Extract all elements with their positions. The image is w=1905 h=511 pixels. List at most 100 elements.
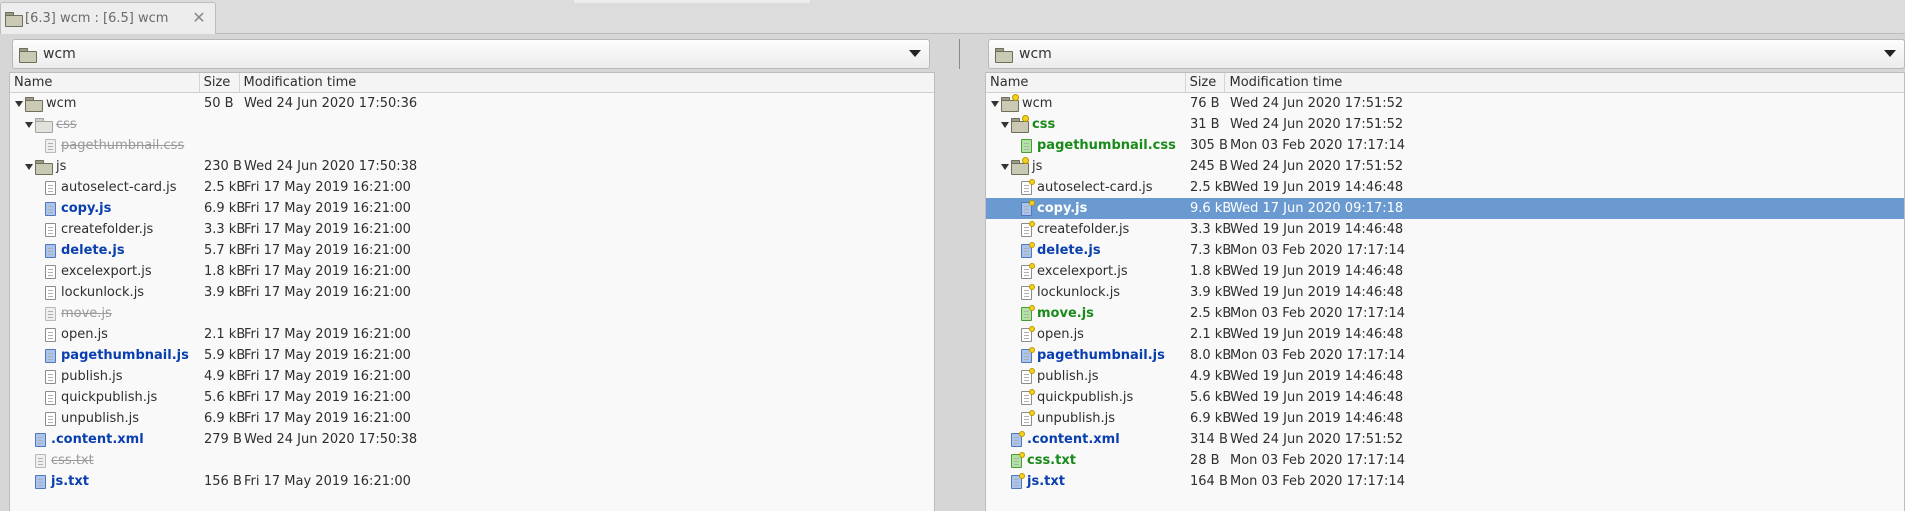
left-file-list[interactable]: Name Size Modification time wcm 50 B Wed 2… xyxy=(9,72,935,511)
table-row[interactable]: publish.js 4.9 kB Fri 17 May 2019 16:21:00 xyxy=(10,366,934,387)
table-row[interactable]: move.js xyxy=(10,303,934,324)
table-row[interactable]: pagethumbnail.css 305 B Mon 03 Feb 2020 17… xyxy=(986,135,1904,156)
table-row[interactable]: lockunlock.js 3.9 kB Fri 17 May 2019 16:21… xyxy=(10,282,934,303)
panel-splitter[interactable] xyxy=(935,35,985,511)
name-cell: autoselect-card.js xyxy=(986,177,1186,198)
right-file-list[interactable]: Name Size Modification time wcm 76 B Wed 2… xyxy=(985,72,1905,511)
table-row[interactable]: excelexport.js 1.8 kB Wed 19 Jun 2019 14:4… xyxy=(986,261,1904,282)
table-row[interactable]: js 230 B Wed 24 Jun 2020 17:50:38 xyxy=(10,156,934,177)
table-row[interactable]: open.js 2.1 kB Wed 19 Jun 2019 14:46:48 xyxy=(986,324,1904,345)
expander-arrow-icon[interactable] xyxy=(989,98,1001,110)
column-header-mtime[interactable]: Modification time xyxy=(1225,73,1904,92)
table-row[interactable]: unpublish.js 6.9 kB Fri 17 May 2019 16:21:… xyxy=(10,408,934,429)
table-row[interactable]: copy.js 9.6 kB Wed 17 Jun 2020 09:17:18 xyxy=(986,198,1904,219)
folder-icon xyxy=(1011,157,1029,175)
table-row[interactable]: wcm 76 B Wed 24 Jun 2020 17:51:52 xyxy=(986,93,1904,114)
table-row[interactable]: quickpublish.js 5.6 kB Wed 19 Jun 2019 14:… xyxy=(986,387,1904,408)
file-mtime: Wed 24 Jun 2020 17:50:36 xyxy=(244,96,418,111)
expander-arrow-icon[interactable] xyxy=(23,119,35,131)
table-row[interactable]: excelexport.js 1.8 kB Fri 17 May 2019 16:2… xyxy=(10,261,934,282)
table-row[interactable]: .content.xml 314 B Wed 24 Jun 2020 17:51:5… xyxy=(986,429,1904,450)
file-icon xyxy=(35,432,46,447)
table-row[interactable]: quickpublish.js 5.6 kB Fri 17 May 2019 16:… xyxy=(10,387,934,408)
column-header-name[interactable]: Name xyxy=(986,73,1186,92)
file-icon xyxy=(1021,199,1035,216)
table-row[interactable]: autoselect-card.js 2.5 kB Wed 19 Jun 2019 … xyxy=(986,177,1904,198)
splitter-grip[interactable] xyxy=(959,39,960,69)
table-row[interactable]: js 245 B Wed 24 Jun 2020 17:51:52 xyxy=(986,156,1904,177)
file-icon xyxy=(1011,430,1025,447)
table-row[interactable]: .content.xml 279 B Wed 24 Jun 2020 17:50:3… xyxy=(10,429,934,450)
table-row[interactable]: move.js 2.5 kB Mon 03 Feb 2020 17:17:14 xyxy=(986,303,1904,324)
column-header-name[interactable]: Name xyxy=(10,73,200,92)
file-size: 305 B xyxy=(1190,138,1228,153)
table-row[interactable]: css.txt 28 B Mon 03 Feb 2020 17:17:14 xyxy=(986,450,1904,471)
table-row[interactable]: js.txt 164 B Mon 03 Feb 2020 17:17:14 xyxy=(986,471,1904,492)
table-row[interactable]: publish.js 4.9 kB Wed 19 Jun 2019 14:46:48 xyxy=(986,366,1904,387)
file-mtime: Fri 17 May 2019 16:21:00 xyxy=(244,243,411,258)
left-path-combobox[interactable]: wcm xyxy=(12,39,930,69)
expander-arrow-icon[interactable] xyxy=(23,161,35,173)
expander-arrow-icon[interactable] xyxy=(13,98,25,110)
column-header-size[interactable]: Size xyxy=(1186,73,1226,92)
file-icon xyxy=(1021,388,1035,405)
table-row[interactable]: css.txt xyxy=(10,450,934,471)
star-badge-icon xyxy=(1029,262,1035,269)
tab-compare[interactable]: [6.3] wcm : [6.5] wcm ✕ xyxy=(0,2,216,34)
file-size: 1.8 kB xyxy=(1190,264,1232,279)
table-row[interactable]: lockunlock.js 3.9 kB Wed 19 Jun 2019 14:46… xyxy=(986,282,1904,303)
star-badge-icon xyxy=(1029,325,1035,332)
left-path-label: wcm xyxy=(43,46,76,62)
table-row[interactable]: createfolder.js 3.3 kB Fri 17 May 2019 16:… xyxy=(10,219,934,240)
file-name: autoselect-card.js xyxy=(1037,180,1153,195)
table-row[interactable]: pagethumbnail.css xyxy=(10,135,934,156)
table-row[interactable]: open.js 2.1 kB Fri 17 May 2019 16:21:00 xyxy=(10,324,934,345)
table-row[interactable]: css xyxy=(10,114,934,135)
file-mtime: Mon 03 Feb 2020 17:17:14 xyxy=(1230,453,1405,468)
name-cell: move.js xyxy=(986,303,1186,324)
table-row[interactable]: js.txt 156 B Fri 17 May 2019 16:21:00 xyxy=(10,471,934,492)
file-icon xyxy=(45,285,56,300)
file-size: 3.9 kB xyxy=(204,285,246,300)
expander-arrow-icon[interactable] xyxy=(999,161,1011,173)
file-size: 3.9 kB xyxy=(1190,285,1232,300)
column-header-mtime[interactable]: Modification time xyxy=(240,73,934,92)
expander-arrow-icon[interactable] xyxy=(999,119,1011,131)
table-row[interactable]: css 31 B Wed 24 Jun 2020 17:51:52 xyxy=(986,114,1904,135)
chevron-down-icon[interactable] xyxy=(909,50,921,57)
chevron-down-icon[interactable] xyxy=(1884,50,1896,57)
table-row[interactable]: autoselect-card.js 2.5 kB Fri 17 May 2019 … xyxy=(10,177,934,198)
star-badge-icon xyxy=(1019,451,1025,458)
file-icon xyxy=(1021,409,1035,426)
right-path-combobox[interactable]: wcm xyxy=(988,39,1905,69)
table-row[interactable]: pagethumbnail.js 5.9 kB Fri 17 May 2019 16… xyxy=(10,345,934,366)
column-header-size[interactable]: Size xyxy=(200,73,240,92)
file-icon xyxy=(1021,241,1035,258)
file-mtime: Fri 17 May 2019 16:21:00 xyxy=(244,369,411,384)
table-row[interactable]: copy.js 6.9 kB Fri 17 May 2019 16:21:00 xyxy=(10,198,934,219)
table-row[interactable]: delete.js 5.7 kB Fri 17 May 2019 16:21:00 xyxy=(10,240,934,261)
file-size: 4.9 kB xyxy=(204,369,246,384)
file-size: 6.9 kB xyxy=(1190,411,1232,426)
table-row[interactable]: unpublish.js 6.9 kB Wed 19 Jun 2019 14:46:… xyxy=(986,408,1904,429)
table-row[interactable]: pagethumbnail.js 8.0 kB Mon 03 Feb 2020 17… xyxy=(986,345,1904,366)
table-row[interactable]: createfolder.js 3.3 kB Wed 19 Jun 2019 14:… xyxy=(986,219,1904,240)
table-row[interactable]: wcm 50 B Wed 24 Jun 2020 17:50:36 xyxy=(10,93,934,114)
name-cell: open.js xyxy=(986,324,1186,345)
file-size: 2.5 kB xyxy=(1190,180,1232,195)
file-name: createfolder.js xyxy=(61,222,154,237)
table-row[interactable]: delete.js 7.3 kB Mon 03 Feb 2020 17:17:14 xyxy=(986,240,1904,261)
name-cell: unpublish.js xyxy=(10,408,200,429)
star-badge-icon xyxy=(1029,220,1035,227)
close-icon[interactable]: ✕ xyxy=(191,10,207,26)
